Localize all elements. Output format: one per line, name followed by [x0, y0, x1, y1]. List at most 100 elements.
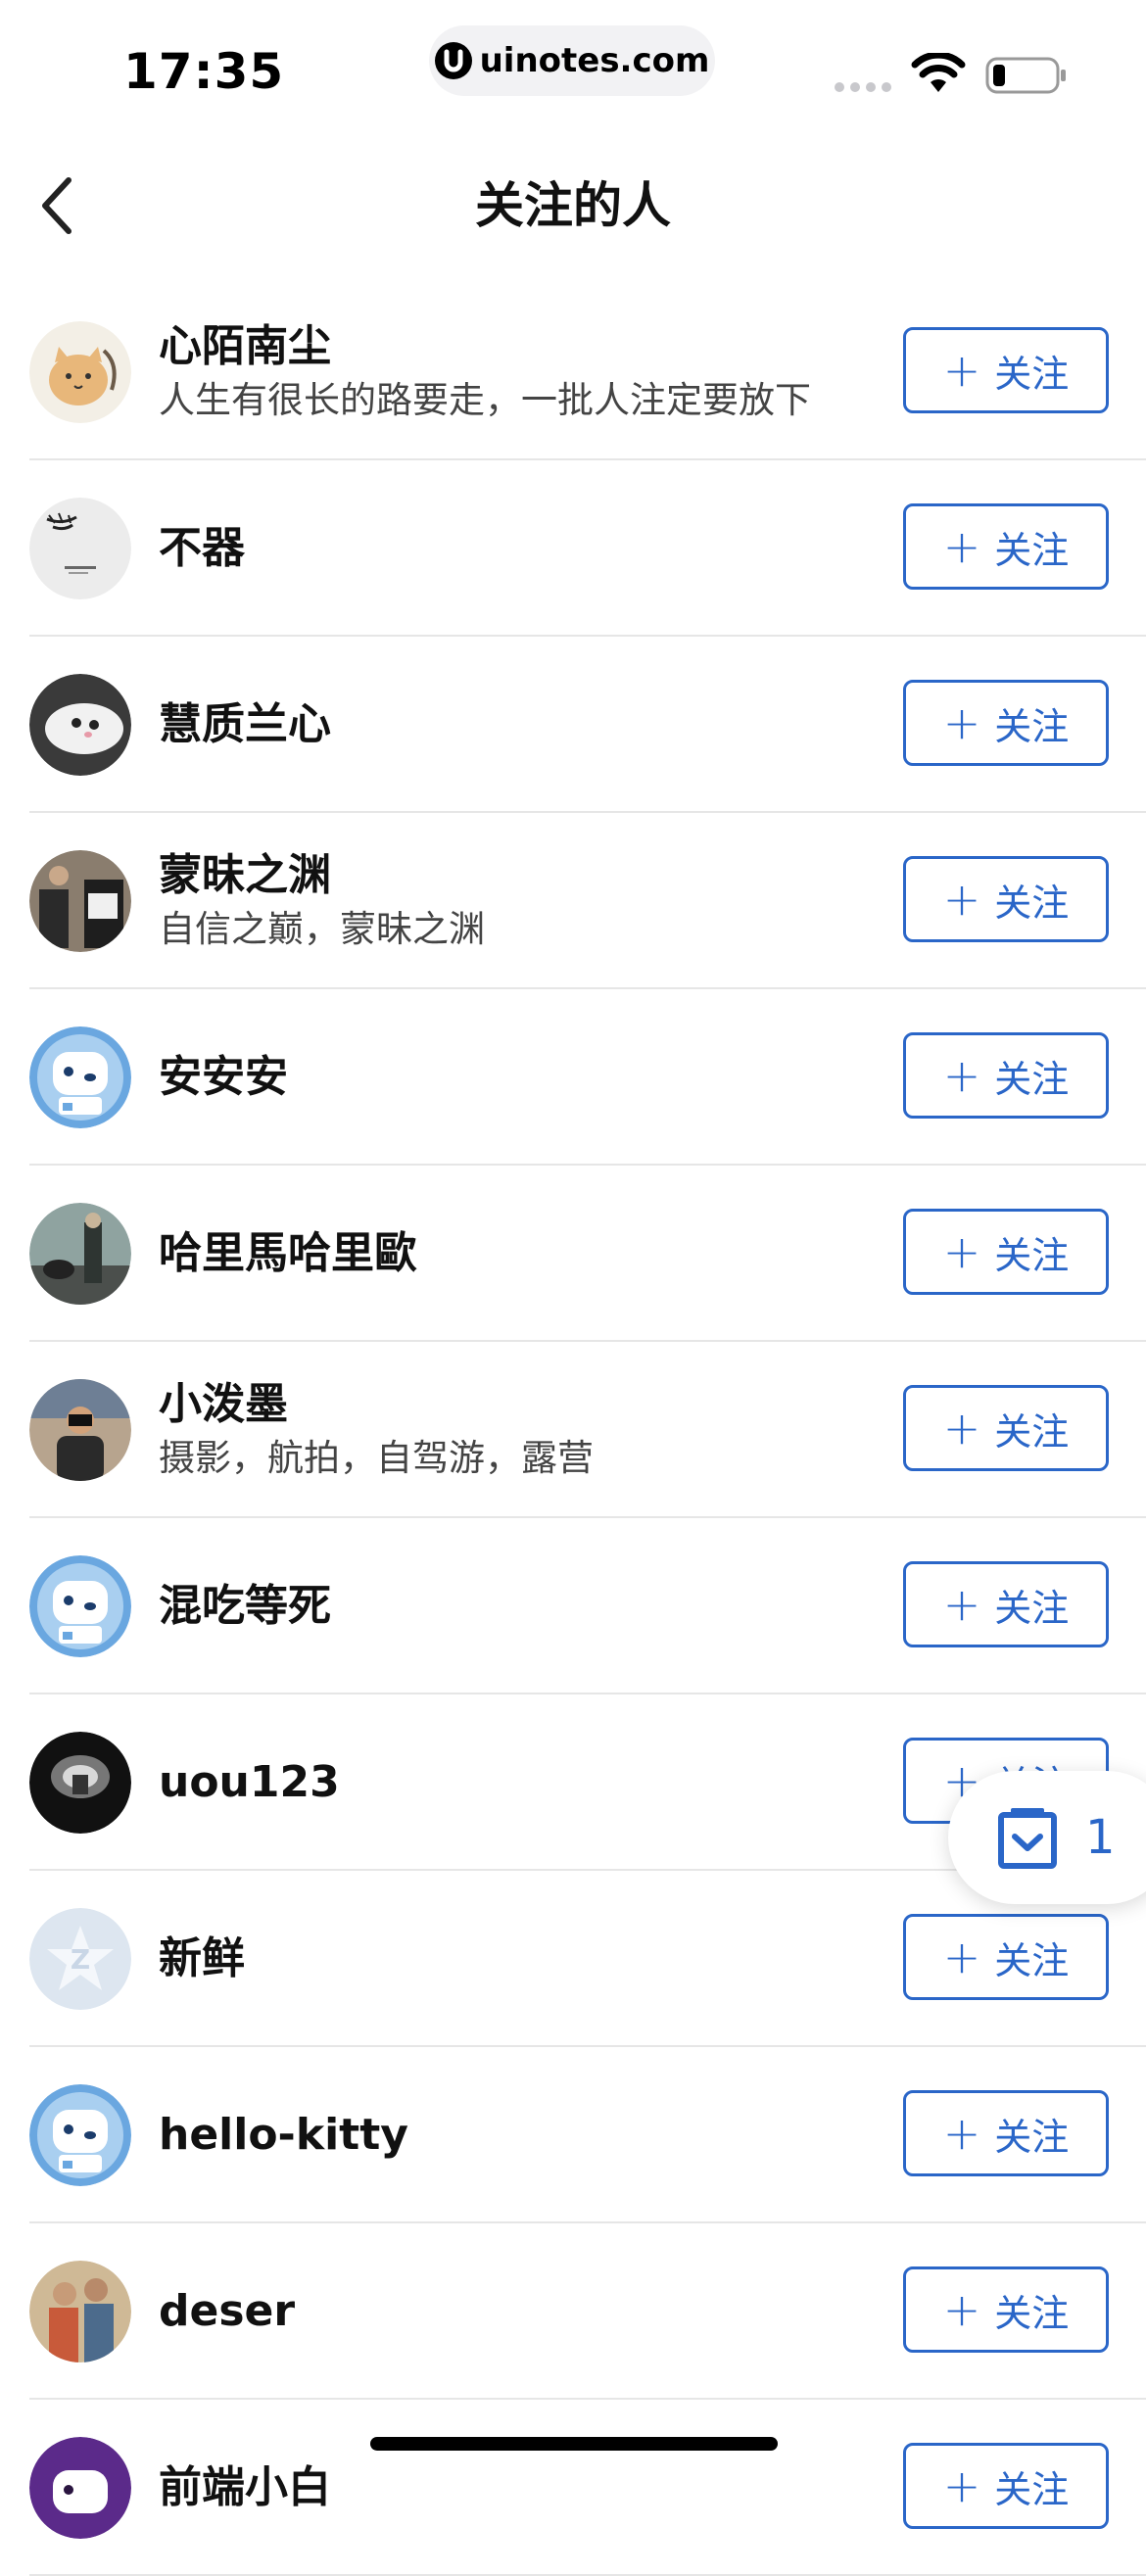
follow-button[interactable]: + 关注 [903, 856, 1109, 942]
user-info: 前端小白 [159, 2400, 891, 2576]
following-list: 心陌南尘 人生有很长的路要走，一批人注定要放下 + 关注 不器 + 关注 慧质兰心 + 关注 蒙昧之… [0, 284, 1146, 2576]
user-bio: 摄影，航拍，自驾游，露营 [159, 1437, 594, 1479]
follow-label: 关注 [994, 881, 1070, 925]
follow-button[interactable]: + 关注 [903, 1914, 1109, 2000]
user-list-item[interactable]: deser + 关注 [0, 2223, 1146, 2400]
floating-badge-count: 1 [1085, 1810, 1116, 1865]
avatar[interactable] [29, 1379, 131, 1481]
plus-icon: + [942, 1402, 981, 1455]
follow-label: 关注 [994, 1586, 1070, 1630]
avatar[interactable] [29, 1555, 131, 1657]
follow-button[interactable]: + 关注 [903, 1385, 1109, 1471]
avatar[interactable] [29, 850, 131, 952]
user-name[interactable]: deser [159, 2283, 891, 2340]
user-info: uou123 [159, 1694, 891, 1871]
follow-label: 关注 [994, 2115, 1070, 2159]
user-info: 心陌南尘 人生有很长的路要走，一批人注定要放下 [159, 284, 891, 460]
avatar[interactable] [29, 2437, 131, 2539]
user-name[interactable]: 不器 [159, 520, 891, 577]
plus-icon: + [942, 520, 981, 573]
plus-icon: + [942, 1049, 981, 1102]
user-name[interactable]: 小泼墨 [159, 1376, 891, 1433]
avatar[interactable]: Z [29, 1908, 131, 2010]
avatar[interactable] [29, 498, 131, 599]
user-name[interactable]: 混吃等死 [159, 1578, 891, 1635]
user-list-item[interactable]: 小泼墨 摄影，航拍，自驾游，露营 + 关注 [0, 1342, 1146, 1518]
user-info: 新鲜 [159, 1871, 891, 2047]
user-info: 慧质兰心 [159, 637, 891, 813]
url-text: uinotes.com [479, 41, 710, 80]
user-info: deser [159, 2223, 891, 2400]
user-name[interactable]: hello-kitty [159, 2107, 891, 2164]
user-list-item[interactable]: Z 新鲜 + 关注 [0, 1871, 1146, 2047]
wifi-icon [911, 53, 966, 92]
user-list-item[interactable]: 心陌南尘 人生有很长的路要走，一批人注定要放下 + 关注 [0, 284, 1146, 460]
user-list-item[interactable]: 安安安 + 关注 [0, 989, 1146, 1166]
site-logo-icon [434, 42, 472, 79]
avatar[interactable] [29, 321, 131, 423]
user-name[interactable]: uou123 [159, 1754, 891, 1811]
user-list-item[interactable]: 蒙昧之渊 自信之巅，蒙昧之渊 + 关注 [0, 813, 1146, 989]
user-name[interactable]: 哈里馬哈里歐 [159, 1225, 891, 1282]
follow-label: 关注 [994, 2467, 1070, 2511]
follow-button[interactable]: + 关注 [903, 1561, 1109, 1647]
follow-label: 关注 [994, 1233, 1070, 1277]
plus-icon: + [942, 1578, 981, 1631]
follow-label: 关注 [994, 2291, 1070, 2335]
plus-icon: + [942, 1225, 981, 1278]
user-list-item[interactable]: 前端小白 + 关注 [0, 2400, 1146, 2576]
user-list-item[interactable]: 哈里馬哈里歐 + 关注 [0, 1166, 1146, 1342]
user-name[interactable]: 前端小白 [159, 2459, 891, 2516]
home-indicator[interactable] [370, 2437, 778, 2451]
avatar[interactable] [29, 1026, 131, 1128]
plus-icon: + [942, 2459, 981, 2512]
user-info: hello-kitty [159, 2047, 891, 2223]
user-name[interactable]: 新鲜 [159, 1931, 891, 1987]
user-list-item[interactable]: 不器 + 关注 [0, 460, 1146, 637]
plus-icon: + [942, 1931, 981, 1983]
follow-button[interactable]: + 关注 [903, 1209, 1109, 1295]
page-title: 关注的人 [475, 177, 671, 234]
avatar[interactable] [29, 1203, 131, 1305]
follow-label: 关注 [994, 1938, 1070, 1982]
follow-button[interactable]: + 关注 [903, 2443, 1109, 2529]
user-info: 不器 [159, 460, 891, 637]
follow-button[interactable]: + 关注 [903, 2090, 1109, 2176]
follow-button[interactable]: + 关注 [903, 327, 1109, 413]
user-name[interactable]: 心陌南尘 [159, 318, 891, 375]
follow-label: 关注 [994, 352, 1070, 396]
follow-button[interactable]: + 关注 [903, 680, 1109, 766]
user-list-item[interactable]: hello-kitty + 关注 [0, 2047, 1146, 2223]
status-time: 17:35 [123, 43, 285, 100]
user-info: 哈里馬哈里歐 [159, 1166, 891, 1342]
user-info: 安安安 [159, 989, 891, 1166]
avatar[interactable] [29, 1732, 131, 1834]
user-name[interactable]: 慧质兰心 [159, 696, 891, 753]
url-pill[interactable]: uinotes.com [429, 25, 715, 96]
user-bio: 人生有很长的路要走，一批人注定要放下 [159, 379, 811, 421]
user-list-item[interactable]: 混吃等死 + 关注 [0, 1518, 1146, 1694]
plus-icon: + [942, 2107, 981, 2160]
avatar[interactable] [29, 674, 131, 776]
user-name[interactable]: 安安安 [159, 1049, 891, 1106]
cellular-dots-icon [835, 82, 891, 92]
follow-label: 关注 [994, 528, 1070, 572]
plus-icon: + [942, 344, 981, 397]
follow-label: 关注 [994, 704, 1070, 748]
user-list-item[interactable]: 慧质兰心 + 关注 [0, 637, 1146, 813]
battery-icon [985, 57, 1066, 94]
follow-button[interactable]: + 关注 [903, 1032, 1109, 1119]
user-name[interactable]: 蒙昧之渊 [159, 847, 891, 904]
plus-icon: + [942, 2283, 981, 2336]
floating-clipboard-button[interactable]: 1 [948, 1771, 1146, 1904]
user-bio: 自信之巅，蒙昧之渊 [159, 908, 485, 950]
plus-icon: + [942, 696, 981, 749]
plus-icon: + [942, 873, 981, 926]
follow-button[interactable]: + 关注 [903, 503, 1109, 590]
follow-label: 关注 [994, 1057, 1070, 1101]
avatar[interactable] [29, 2084, 131, 2186]
clipboard-check-icon [998, 1808, 1057, 1869]
avatar[interactable] [29, 2261, 131, 2362]
follow-button[interactable]: + 关注 [903, 2266, 1109, 2353]
user-info: 蒙昧之渊 自信之巅，蒙昧之渊 [159, 813, 891, 989]
